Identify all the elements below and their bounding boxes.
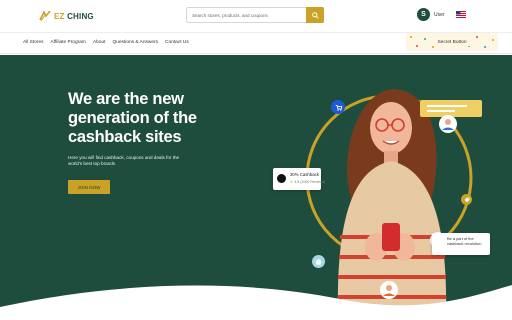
nav-affiliate-program[interactable]: Affiliate Program — [51, 40, 86, 45]
headline-line-1: We are the new — [68, 90, 184, 108]
us-flag-icon[interactable] — [456, 11, 466, 18]
confetti — [432, 46, 434, 48]
shopping-cart-icon — [335, 104, 342, 111]
nav-questions-answers[interactable]: Questions & Answers — [112, 40, 158, 45]
tag-bubble — [461, 194, 472, 205]
nav-contact-us[interactable]: Contact Us — [165, 40, 189, 45]
bag-bubble — [312, 255, 325, 268]
join-now-button[interactable]: JOIN NOW — [68, 180, 110, 194]
secret-button[interactable]: Secret Button — [406, 33, 498, 51]
hero-subcopy: Here you will find cashback, coupons and… — [68, 155, 180, 166]
logo-icon — [39, 10, 51, 22]
confetti — [476, 36, 478, 38]
cashback-card: 30% Cashback ★ 4.5 (1000 Reviews) — [273, 168, 325, 190]
avatar[interactable]: S — [417, 8, 430, 21]
logo-ez: EZ — [54, 11, 65, 21]
logo-ching: CHING — [67, 11, 94, 21]
cashback-title: 30% Cashback — [290, 172, 319, 177]
headline-line-2: generation of the — [68, 109, 197, 127]
confetti — [410, 36, 412, 38]
hero-section: We are the new generation of the cashbac… — [0, 55, 512, 320]
headline-line-3: cashback sites — [68, 128, 182, 146]
confetti — [492, 39, 494, 41]
top-header: EZ CHING S User — [0, 0, 512, 32]
confetti — [484, 46, 486, 48]
confetti — [416, 45, 418, 47]
phone — [382, 223, 400, 251]
rating-value: 4.5 — [294, 180, 300, 184]
brand-icon — [277, 174, 286, 183]
nav-all-stores[interactable]: All Stores — [23, 40, 44, 45]
secret-button-label: Secret Button — [434, 38, 470, 46]
search-input[interactable] — [187, 8, 305, 22]
search-icon — [311, 11, 319, 19]
confetti — [424, 38, 426, 40]
message-card: Be a part of the cashback revolution — [432, 233, 490, 255]
nav-about[interactable]: About — [93, 40, 106, 45]
brand-logo[interactable]: EZ CHING — [38, 9, 94, 23]
search-button[interactable] — [306, 7, 324, 23]
cashback-rating: ★ 4.5 (1000 Reviews) — [290, 180, 325, 184]
search-bar — [186, 7, 324, 23]
cart-bubble — [331, 100, 345, 114]
message-text: Be a part of the cashback revolution — [447, 236, 482, 246]
shopping-bag-icon — [316, 258, 321, 265]
review-count: (1000 Reviews) — [300, 180, 326, 184]
price-tag-icon — [464, 197, 469, 202]
star-icon: ★ — [290, 180, 294, 184]
hero-headline: We are the new generation of the cashbac… — [68, 90, 208, 147]
user-menu[interactable]: S User — [417, 8, 445, 21]
logo-text: EZ CHING — [54, 12, 94, 21]
banner-card — [420, 100, 482, 117]
user-label[interactable]: User — [434, 12, 445, 18]
